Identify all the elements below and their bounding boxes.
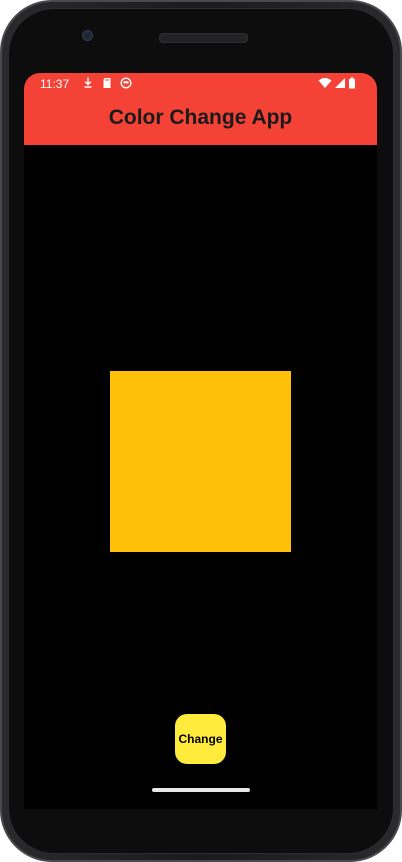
battery-icon	[349, 77, 355, 89]
face-icon	[120, 77, 132, 89]
download-icon	[84, 77, 92, 88]
change-button[interactable]: Change	[175, 714, 226, 764]
wifi-icon	[318, 78, 332, 88]
app-screen: 11:37 Color Change App Change	[24, 73, 377, 809]
front-camera	[82, 30, 93, 41]
home-indicator[interactable]	[152, 788, 250, 792]
app-title: Color Change App	[108, 106, 293, 129]
sd-card-icon	[103, 78, 111, 88]
earpiece-speaker	[159, 33, 248, 43]
cell-signal-icon	[335, 78, 345, 88]
phone-frame: 11:37 Color Change App Change	[0, 0, 402, 862]
status-bar: 11:37	[24, 73, 377, 95]
status-time: 11:37	[40, 77, 70, 91]
app-bar: 11:37 Color Change App	[24, 73, 377, 145]
color-box	[110, 371, 291, 552]
